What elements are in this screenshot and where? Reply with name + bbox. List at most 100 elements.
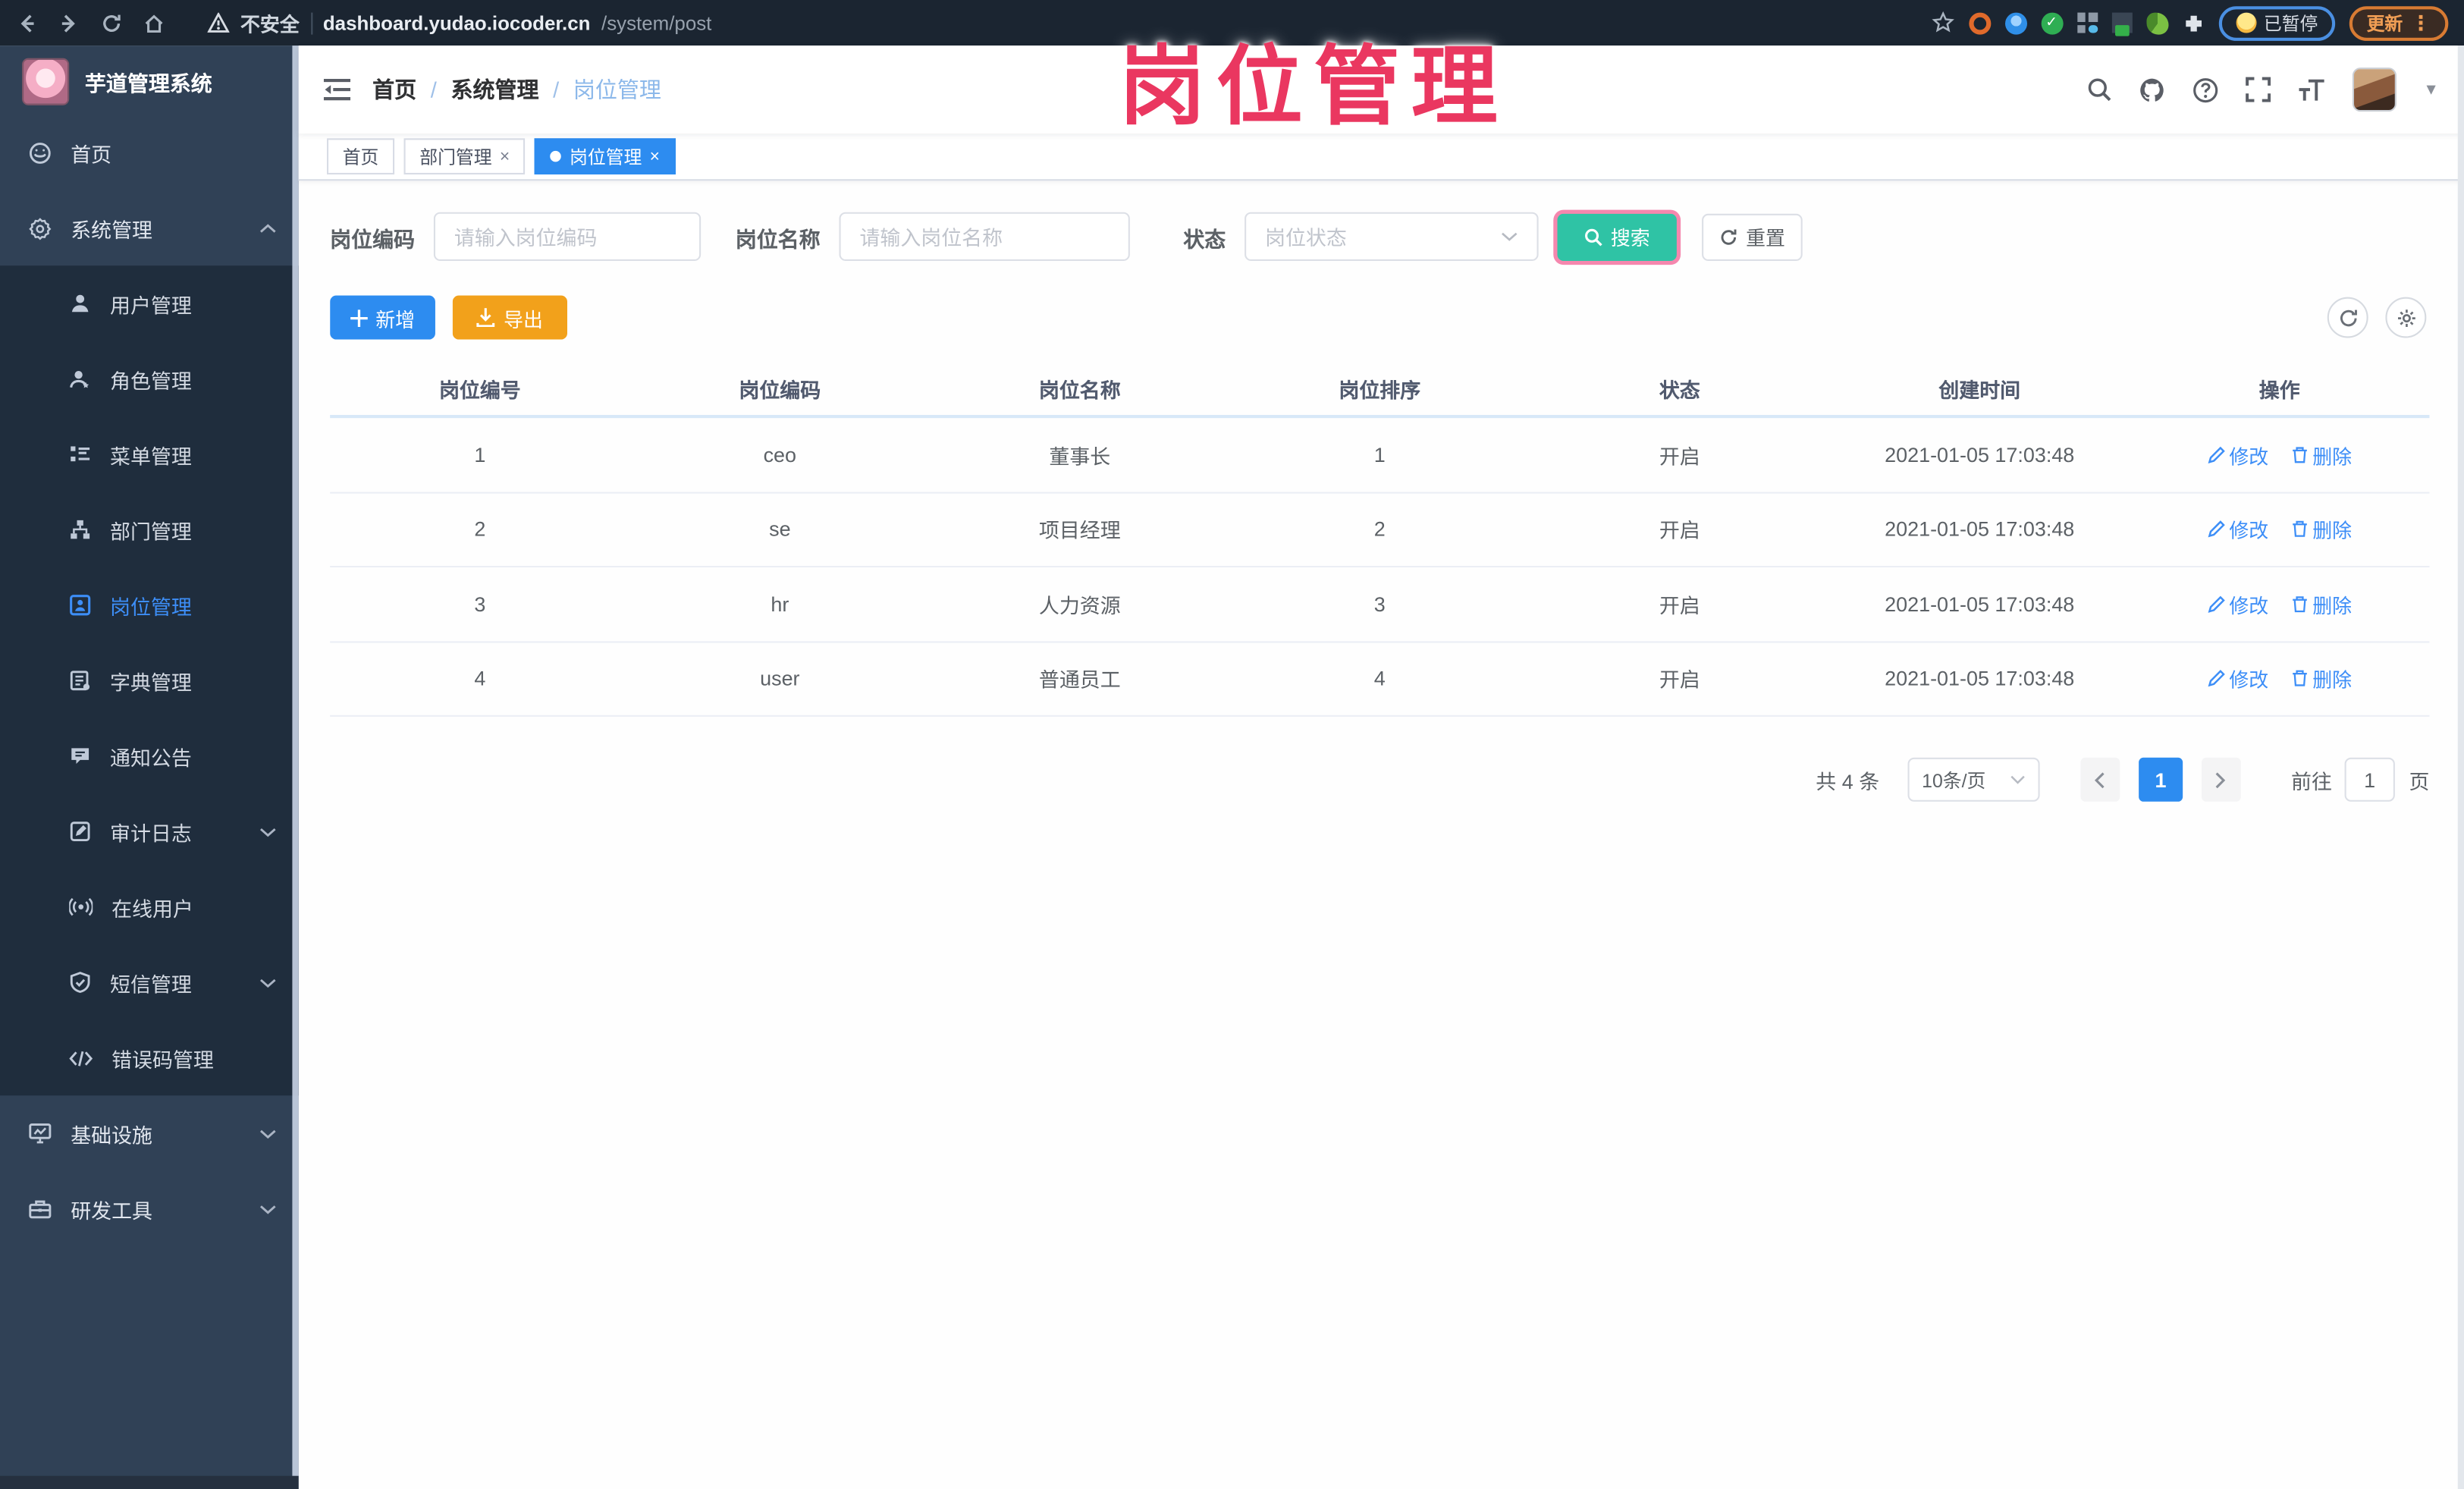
cell-name: 项目经理 [1038,519,1121,543]
extension-check-icon[interactable]: ✓ [2040,11,2063,34]
col-header: 岗位编号 [438,378,521,402]
sidebar-item-error-codes[interactable]: 错误码管理 [0,1020,299,1095]
fullscreen-icon[interactable] [2246,77,2271,102]
page-size-select[interactable]: 10条/页 [1907,757,2040,802]
browser-reload-icon[interactable] [101,12,123,34]
sidebar-logo[interactable]: 芋道管理系统 [0,46,299,115]
sidebar-item-dev-tools[interactable]: 研发工具 [0,1171,299,1246]
browser-back-icon[interactable] [16,12,38,34]
home-icon [28,140,52,164]
bookmark-star-icon[interactable] [1931,11,1954,35]
help-icon[interactable] [2192,76,2219,102]
current-page[interactable]: 1 [2139,757,2183,802]
sidebar-item-dictionary[interactable]: 字典管理 [0,642,299,718]
delete-link[interactable]: 删除 [2290,440,2352,470]
github-icon[interactable] [2139,76,2165,102]
cell-id: 4 [474,667,486,691]
col-header: 岗位编码 [739,378,821,402]
window-scrollbar[interactable] [2457,46,2464,1489]
browser-forward-icon[interactable] [58,12,80,34]
status-select[interactable]: 岗位状态 [1245,212,1539,261]
sidebar-item-infrastructure[interactable]: 基础设施 [0,1095,299,1170]
table-row[interactable]: 3 hr 人力资源 3 开启 2021-01-05 17:03:48 修改 删除 [330,567,2430,642]
column-settings-button[interactable] [2385,297,2427,338]
next-page-button[interactable] [2201,757,2241,802]
delete-label: 删除 [2312,670,2353,693]
delete-link[interactable]: 删除 [2290,514,2352,544]
sidebar-item-system[interactable]: 系统管理 [0,190,299,265]
edit-link[interactable]: 修改 [2207,514,2268,544]
close-icon[interactable]: × [500,147,510,166]
page-size-value: 10条/页 [1922,769,1986,792]
search-button[interactable]: 搜索 [1557,212,1677,260]
sidebar-item-label: 通知公告 [110,746,192,770]
sidebar-item-audit-log[interactable]: 审计日志 [0,793,299,869]
add-button[interactable]: 新增 [330,295,435,340]
cell-code: se [769,517,791,542]
sidebar-item-label: 岗位管理 [110,595,192,619]
breadcrumb-home[interactable]: 首页 [372,74,416,105]
extension-grid-icon[interactable] [2076,12,2098,33]
page-content: 岗位编码 请输入岗位编码 岗位名称 请输入岗位名称 状态 岗位状态 搜索 重置 … [298,181,2464,1489]
table-row[interactable]: 2 se 项目经理 2 开启 2021-01-05 17:03:48 修改 删除 [330,493,2430,568]
close-icon[interactable]: × [650,147,660,166]
extension-screenshot-icon[interactable] [2111,12,2132,36]
tag-home[interactable]: 首页 [326,138,395,175]
browser-home-icon[interactable] [143,12,165,34]
sidebar-item-sms[interactable]: 短信管理 [0,944,299,1019]
table-row[interactable]: 4 user 普通员工 4 开启 2021-01-05 17:03:48 修改 删… [330,642,2430,717]
notice-bubble-icon [69,745,91,767]
sidebar-scrollbar[interactable] [292,46,299,1489]
dictionary-icon [69,670,91,692]
table-row[interactable]: 1 ceo 董事长 1 开启 2021-01-05 17:03:48 修改 删除 [330,418,2430,493]
reset-button[interactable]: 重置 [1702,212,1803,260]
export-button[interactable]: 导出 [452,295,568,340]
cell-sort: 1 [1373,442,1386,466]
sidebar-item-home[interactable]: 首页 [0,115,299,190]
col-header: 岗位排序 [1339,378,1421,402]
edit-link[interactable]: 修改 [2207,440,2268,470]
profile-paused-badge[interactable]: 已暂停 [2218,5,2336,40]
post-name-input[interactable]: 请输入岗位名称 [839,212,1130,261]
sidebar: 芋道管理系统 首页 系统管理 用户管理 角色管理 菜单管理 部门管理 岗位管理 … [0,46,299,1489]
goto-page-input[interactable]: 1 [2344,757,2395,802]
sidebar-item-notices[interactable]: 通知公告 [0,718,299,793]
sidebar-item-online-users[interactable]: 在线用户 [0,869,299,944]
prev-page-button[interactable] [2080,757,2120,802]
edit-link[interactable]: 修改 [2207,589,2268,619]
header-search-icon[interactable] [2087,77,2112,102]
browser-menu-icon[interactable]: ⋮ [2411,10,2431,35]
refresh-table-button[interactable] [2327,297,2368,338]
avatar-caret-icon[interactable]: ▼ [2423,81,2439,99]
sidebar-toggle-icon[interactable] [323,79,351,101]
sidebar-item-departments[interactable]: 部门管理 [0,492,299,567]
extensions-puzzle-icon[interactable] [2182,12,2204,34]
sidebar-item-roles[interactable]: 角色管理 [0,341,299,416]
font-size-icon[interactable] [2298,78,2326,102]
add-button-label: 新增 [375,309,416,331]
extension-leaf-icon[interactable] [2145,11,2168,34]
address-bar[interactable]: 不安全 dashboard.yudao.iocoder.cn/system/po… [207,8,712,37]
tag-post[interactable]: 岗位管理 × [535,138,676,175]
extension-orange-icon[interactable] [1968,11,1991,34]
url-host: dashboard.yudao.iocoder.cn [322,11,591,34]
sidebar-item-posts[interactable]: 岗位管理 [0,567,299,642]
edit-link[interactable]: 修改 [2207,664,2268,693]
user-avatar[interactable] [2353,68,2397,112]
extension-pin-icon[interactable] [2004,11,2026,34]
sidebar-item-users[interactable]: 用户管理 [0,265,299,341]
tag-label: 岗位管理 [570,148,642,168]
delete-link[interactable]: 删除 [2290,664,2352,693]
tag-label: 部门管理 [419,148,492,168]
post-code-input[interactable]: 请输入岗位编码 [433,212,702,261]
sidebar-item-menus[interactable]: 菜单管理 [0,416,299,492]
logo-rabbit-avatar [22,58,70,105]
delete-link[interactable]: 删除 [2290,589,2352,619]
pagination: 共 4 条 10条/页 1 前往 1 页 [330,757,2429,802]
browser-update-button[interactable]: 更新 ⋮ [2349,5,2449,40]
cell-status: 开启 [1659,444,1700,468]
sidebar-item-label: 系统管理 [71,217,153,242]
tag-dept[interactable]: 部门管理 × [403,138,526,175]
chevron-down-icon [259,977,277,988]
breadcrumb-parent[interactable]: 系统管理 [450,74,538,105]
